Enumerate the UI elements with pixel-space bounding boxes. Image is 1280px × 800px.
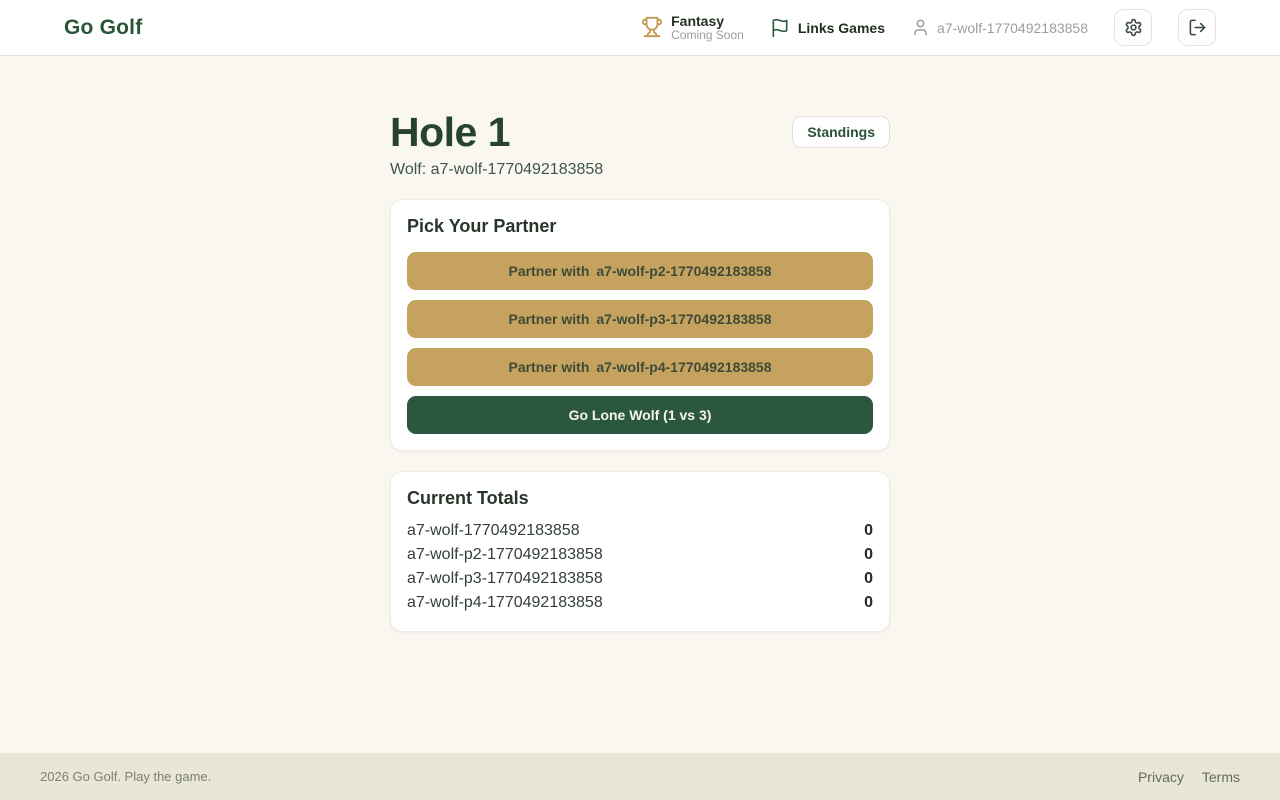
logout-button[interactable] [1178, 9, 1216, 46]
wolf-subtitle-prefix: Wolf: [390, 161, 426, 178]
fantasy-text: Fantasy Coming Soon [671, 13, 744, 43]
footer-copyright: 2026 Go Golf. Play the game. [40, 769, 211, 784]
footer-links: Privacy Terms [1138, 769, 1240, 785]
footer: 2026 Go Golf. Play the game. Privacy Ter… [0, 753, 1280, 800]
partner-button-name: a7-wolf-p2-1770492183858 [596, 263, 771, 279]
player-name: a7-wolf-p3-1770492183858 [407, 570, 603, 588]
current-totals-card: Current Totals a7-wolf-1770492183858 0 a… [390, 471, 890, 632]
partner-button-p3[interactable]: Partner with a7-wolf-p3-1770492183858 [407, 300, 873, 338]
current-totals-heading: Current Totals [407, 488, 873, 509]
fantasy-label: Fantasy [671, 13, 744, 29]
flag-icon [770, 18, 790, 38]
partner-button-prefix: Partner with [508, 359, 589, 375]
partner-button-prefix: Partner with [508, 263, 589, 279]
brand-logo[interactable]: Go Golf [64, 16, 142, 40]
trophy-icon [641, 16, 663, 38]
nav-item-links-games[interactable]: Links Games [770, 18, 885, 38]
totals-row: a7-wolf-p2-1770492183858 0 [407, 543, 873, 567]
gear-icon [1124, 18, 1143, 37]
partner-button-prefix: Partner with [508, 311, 589, 327]
privacy-link[interactable]: Privacy [1138, 769, 1184, 785]
partner-button-name: a7-wolf-p4-1770492183858 [596, 359, 771, 375]
wolf-id: a7-wolf-1770492183858 [431, 161, 604, 178]
player-name: a7-wolf-p2-1770492183858 [407, 546, 603, 564]
user-chip: a7-wolf-1770492183858 [911, 18, 1088, 37]
partner-button-p4[interactable]: Partner with a7-wolf-p4-1770492183858 [407, 348, 873, 386]
user-icon [911, 18, 930, 37]
totals-row: a7-wolf-p3-1770492183858 0 [407, 567, 873, 591]
player-score: 0 [864, 546, 873, 564]
nav-item-fantasy[interactable]: Fantasy Coming Soon [641, 13, 744, 43]
header: Go Golf Fantasy Coming Soon [0, 0, 1280, 56]
wolf-subtitle: Wolf: a7-wolf-1770492183858 [390, 161, 890, 179]
links-games-label: Links Games [798, 20, 885, 36]
title-row: Hole 1 Standings [390, 108, 890, 156]
player-score: 0 [864, 594, 873, 612]
partner-button-p2[interactable]: Partner with a7-wolf-p2-1770492183858 [407, 252, 873, 290]
player-score: 0 [864, 570, 873, 588]
logout-icon [1188, 18, 1207, 37]
partner-button-name: a7-wolf-p3-1770492183858 [596, 311, 771, 327]
totals-row: a7-wolf-1770492183858 0 [407, 519, 873, 543]
settings-button[interactable] [1114, 9, 1152, 46]
player-score: 0 [864, 522, 873, 540]
player-name: a7-wolf-p4-1770492183858 [407, 594, 603, 612]
user-id-text: a7-wolf-1770492183858 [937, 20, 1088, 36]
player-name: a7-wolf-1770492183858 [407, 522, 580, 540]
pick-partner-card: Pick Your Partner Partner with a7-wolf-p… [390, 199, 890, 451]
pick-partner-heading: Pick Your Partner [407, 216, 873, 237]
standings-button[interactable]: Standings [792, 116, 890, 148]
header-nav: Fantasy Coming Soon Links Games a7-wolf-… [641, 9, 1216, 46]
page-title: Hole 1 [390, 108, 510, 156]
totals-row: a7-wolf-p4-1770492183858 0 [407, 591, 873, 615]
lone-wolf-button[interactable]: Go Lone Wolf (1 vs 3) [407, 396, 873, 434]
fantasy-sublabel: Coming Soon [671, 29, 744, 43]
main-content: Hole 1 Standings Wolf: a7-wolf-177049218… [0, 56, 1280, 753]
terms-link[interactable]: Terms [1202, 769, 1240, 785]
